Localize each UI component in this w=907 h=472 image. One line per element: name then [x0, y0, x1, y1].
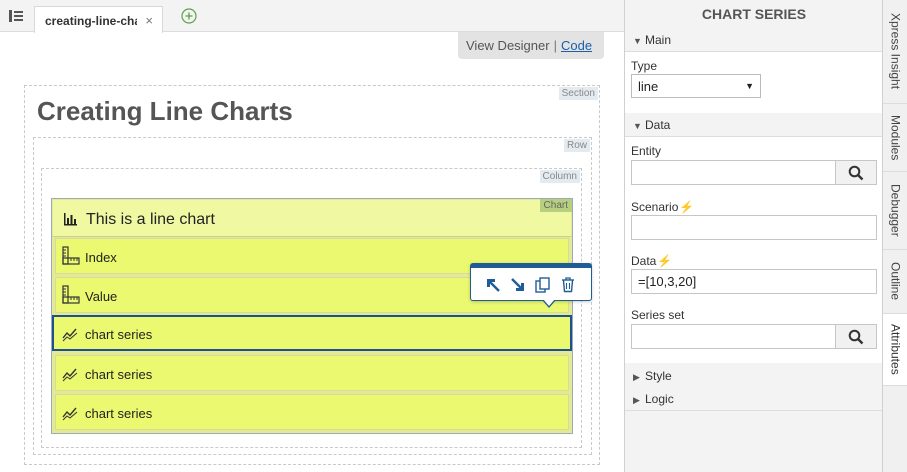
file-tab[interactable]: creating-line-cha × [34, 6, 163, 33]
attributes-panel: CHART SERIES ▼ Main Type line ▼ ▼ Data Ent… [624, 0, 883, 472]
chart-item-label: chart series [85, 406, 153, 421]
series-set-label: Series set [631, 308, 685, 322]
group-label: Logic [645, 392, 674, 406]
chart-item-label: chart series [85, 367, 153, 382]
line-series-icon [61, 363, 81, 383]
tab-modules[interactable]: Modules [883, 104, 907, 172]
group-data-body: Entity Scenario⚡ Data⚡ =[10,3,20] Series… [625, 137, 883, 363]
type-select-value: line [638, 79, 659, 94]
view-toggle: View Designer | Code [458, 32, 604, 59]
popup-caret-inner [543, 299, 555, 306]
entity-search-button[interactable] [835, 160, 877, 185]
view-separator: | [553, 38, 557, 53]
move-down-icon[interactable] [507, 274, 529, 296]
scenario-label-text: Scenario [631, 200, 679, 214]
entity-label: Entity [631, 144, 662, 158]
side-tab-bar: Xpress Insight Modules Debugger Outline … [882, 0, 907, 472]
group-label: Style [645, 369, 672, 383]
add-tab-icon[interactable] [181, 8, 197, 24]
expand-arrow-icon: ▶ [633, 372, 640, 382]
lightning-icon: ⚡ [679, 200, 695, 214]
series-set-search-button[interactable] [835, 324, 877, 349]
entity-field[interactable] [631, 160, 836, 185]
bar-chart-icon [63, 212, 77, 226]
chart-item-label: chart series [85, 327, 153, 342]
search-icon [848, 329, 864, 344]
tab-debugger[interactable]: Debugger [883, 172, 907, 250]
close-icon[interactable]: × [145, 13, 153, 28]
section-tag: Section [558, 87, 598, 100]
chevron-down-icon: ▼ [745, 81, 754, 91]
tab-outline[interactable]: Outline [883, 250, 907, 314]
tab-xpress-insight[interactable]: Xpress Insight [883, 0, 907, 104]
scenario-label: Scenario⚡ [631, 200, 694, 214]
chart-item-series[interactable]: chart series [55, 355, 569, 391]
column-tag: Column [539, 170, 580, 183]
chart-item-label: Value [85, 289, 118, 304]
group-main-body: Type line ▼ [625, 52, 883, 113]
row-tag: Row [563, 139, 590, 152]
element-action-toolbar [470, 263, 592, 301]
group-data-toggle[interactable]: ▼ Data [625, 113, 883, 137]
data-label: Data⚡ [631, 254, 672, 268]
series-set-field[interactable] [631, 324, 836, 349]
chart-header: This is a line chart [53, 200, 571, 237]
section-title: Creating Line Charts [37, 96, 293, 126]
code-link[interactable]: Code [561, 38, 592, 53]
group-label: Data [645, 118, 671, 132]
search-icon [848, 165, 864, 180]
scenario-field[interactable] [631, 215, 877, 240]
lightning-icon: ⚡ [657, 254, 673, 268]
expand-arrow-icon: ▶ [633, 395, 640, 405]
collapse-arrow-icon: ▼ [633, 36, 642, 46]
file-tab-label: creating-line-cha [45, 14, 137, 28]
file-list-icon[interactable] [8, 9, 24, 23]
chart-tag: Chart [539, 199, 572, 212]
chart-item-series-selected[interactable]: chart series [52, 315, 572, 351]
tab-attributes[interactable]: Attributes [883, 314, 907, 386]
data-field[interactable]: =[10,3,20] [631, 269, 877, 294]
panel-title: CHART SERIES [701, 6, 807, 22]
type-select[interactable]: line ▼ [631, 74, 761, 98]
move-up-icon[interactable] [482, 274, 504, 296]
line-series-icon [61, 402, 81, 422]
chart-item-series[interactable]: chart series [55, 394, 569, 430]
type-label: Type [631, 59, 658, 73]
group-main-toggle[interactable]: ▼ Main [625, 28, 883, 52]
data-label-text: Data [631, 254, 657, 268]
collapse-arrow-icon: ▼ [633, 121, 642, 131]
chart-item-label: Index [85, 250, 117, 265]
chart-title: This is a line chart [86, 211, 215, 228]
line-series-icon [61, 323, 81, 343]
ruler-icon [61, 285, 81, 305]
group-label: Main [645, 33, 672, 47]
copy-icon[interactable] [532, 274, 554, 296]
group-style-toggle[interactable]: ▶ Style [625, 364, 883, 388]
view-designer-button[interactable]: View Designer [466, 38, 550, 53]
editor-tab-bar: creating-line-cha × [0, 0, 624, 33]
ruler-icon [61, 246, 81, 266]
chart-component[interactable]: This is a line chart Chart Index Value c… [51, 198, 573, 434]
delete-icon[interactable] [557, 274, 579, 296]
group-logic-toggle[interactable]: ▶ Logic [625, 387, 883, 411]
